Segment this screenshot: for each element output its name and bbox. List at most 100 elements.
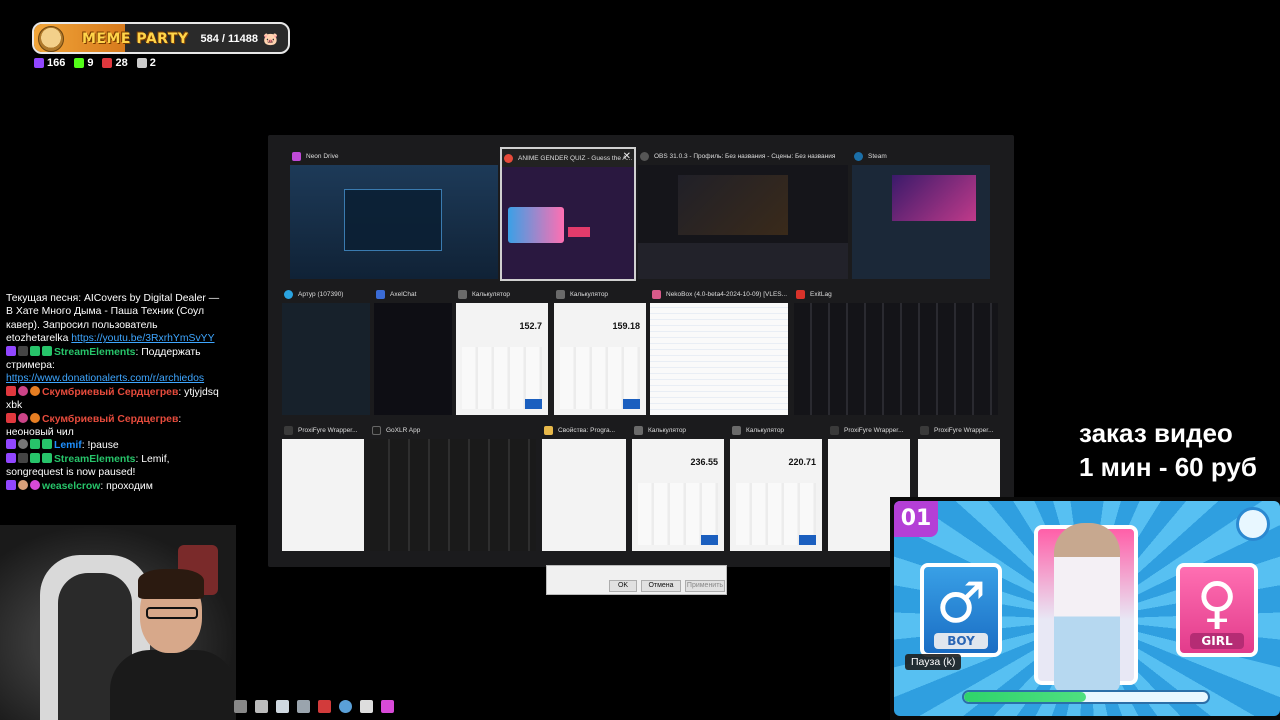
window-title: ProxiFyre Wrapper...: [934, 426, 994, 434]
window-title: Калькулятор: [570, 290, 609, 298]
obs-icon: [640, 151, 649, 161]
window-calculator-3[interactable]: Калькулятор 236.55: [632, 421, 724, 551]
male-symbol-icon: ♂: [935, 571, 987, 636]
window-properties[interactable]: Свойства: Progra...: [542, 421, 626, 551]
window-goxlr[interactable]: GoXLR App: [370, 421, 536, 551]
boy-card[interactable]: ♂ BOY: [920, 563, 1002, 657]
live-icon: [102, 58, 113, 68]
stat-w-value: 2: [149, 57, 156, 69]
window-header: Калькулятор: [456, 285, 548, 303]
girl-card[interactable]: ♀ GIRL: [1176, 563, 1258, 657]
window-header: AxelChat: [374, 285, 452, 303]
chat-username[interactable]: StreamElements: [54, 347, 135, 358]
window-thumbnail: [542, 439, 626, 551]
window-header: ProxiFyre Wrapper...: [282, 421, 364, 439]
ok-button[interactable]: OK: [609, 580, 637, 592]
window-header: NekoBox (4.0-beta4-2024-10-09) [VLES...: [650, 285, 788, 303]
stat-w: 2: [136, 57, 156, 69]
steam-icon: [854, 151, 863, 161]
window-anime-quiz[interactable]: ANIME GENDER QUIZ - Guess the A... ✕: [500, 147, 636, 281]
chat-username[interactable]: weaselcrow: [42, 481, 100, 492]
window-nekobox[interactable]: NekoBox (4.0-beta4-2024-10-09) [VLES...: [650, 285, 788, 415]
window-title: OBS 31.0.3 - Профиль: Без названия - Сце…: [654, 152, 836, 160]
chat-message: Скумбриевый Сердцегрев: неоновый чил: [6, 412, 182, 439]
window-exitlag[interactable]: ExitLag: [794, 285, 998, 415]
calculator-equals: [799, 534, 816, 545]
viewer-stats: 166 9 28 2: [34, 57, 156, 69]
avatar-icon: [18, 385, 28, 396]
window-header: ExitLag: [794, 285, 998, 303]
doc-icon[interactable]: [276, 700, 289, 713]
window-header: Свойства: Progra...: [542, 421, 626, 439]
window-title: Свойства: Progra...: [558, 426, 616, 434]
chat-username[interactable]: Скумбриевый Сердцегрев: [42, 387, 178, 398]
goxlr-icon: [372, 425, 381, 435]
chat-now-playing: Текущая песня: AICovers by Digital Deale…: [6, 292, 220, 346]
telegram-icon: [284, 289, 293, 299]
quiz-game-overlay: 01 ♂ BOY ♀ GIRL Пауза (k): [890, 497, 1280, 720]
chat-username[interactable]: StreamElements: [54, 454, 135, 465]
close-icon[interactable]: ✕: [623, 151, 631, 162]
window-thumbnail: 220.71: [730, 439, 822, 551]
window-axelchat[interactable]: AxelChat: [374, 285, 452, 415]
calculator-icon: [458, 289, 467, 299]
bars-icon[interactable]: [360, 700, 373, 713]
anime-character: [1054, 523, 1120, 693]
window-title: ProxiFyre Wrapper...: [844, 426, 904, 434]
window-neon-drive[interactable]: Neon Drive: [290, 147, 498, 279]
window-title: AxelChat: [390, 290, 417, 298]
chat-text: неоновый чил: [6, 427, 74, 439]
chat-text: проходим: [106, 480, 153, 492]
window-thumbnail: [370, 439, 536, 551]
window-thumbnail: [374, 303, 452, 415]
apply-button[interactable]: Применить: [685, 580, 725, 592]
calc-icon[interactable]: [297, 700, 310, 713]
bot-icon: [42, 452, 52, 463]
streamer-hair: [138, 569, 204, 599]
gpu-icon[interactable]: [255, 700, 268, 713]
doge-avatar: [38, 26, 64, 52]
chat-message: Lemif: !pause: [6, 439, 220, 452]
window-calculator-2[interactable]: Калькулятор 159.18: [554, 285, 646, 415]
now-playing-link[interactable]: https://youtu.be/3RxrhYmSvYY: [71, 333, 214, 344]
x-icon[interactable]: [318, 700, 331, 713]
pause-hint[interactable]: Пауза (k): [905, 654, 962, 670]
window-thumbnail: [650, 303, 788, 415]
window-calculator-1[interactable]: Калькулятор 152.7: [456, 285, 548, 415]
timer-progress-bar: [962, 690, 1210, 704]
window-title: Калькулятор: [746, 426, 785, 434]
app1-icon[interactable]: [234, 700, 247, 713]
stat-live-value: 28: [115, 57, 128, 69]
chat-message: weaselcrow: проходим: [6, 479, 220, 493]
stat-twitch-value: 166: [47, 57, 66, 69]
calculator-equals: [525, 398, 542, 409]
stat-live: 28: [102, 57, 128, 69]
chat-overlay: Текущая песня: AICovers by Digital Deale…: [6, 292, 220, 493]
chat-username[interactable]: Lemif: [54, 440, 82, 451]
window-steam[interactable]: Steam: [852, 147, 990, 279]
bot-icon: [42, 345, 52, 356]
calculator-display: 159.18: [612, 321, 640, 331]
steam-icon[interactable]: [339, 700, 352, 713]
window-proxifyre-1[interactable]: ProxiFyre Wrapper...: [282, 421, 364, 551]
window-title: Калькулятор: [472, 290, 511, 298]
chat-message: StreamElements: Lemif, songrequest is no…: [6, 452, 170, 479]
calculator-icon: [634, 425, 643, 435]
player-avatar: [1236, 507, 1270, 541]
window-telegram[interactable]: Артур (107390): [282, 285, 370, 415]
window-calculator-4[interactable]: Калькулятор 220.71: [730, 421, 822, 551]
window-thumbnail: 236.55: [632, 439, 724, 551]
kick-icon: [74, 58, 85, 68]
anime-icon[interactable]: [381, 700, 394, 713]
axelchat-icon: [376, 289, 385, 299]
proxifyre-icon: [830, 425, 839, 435]
bot-icon: [42, 439, 52, 450]
timer-progress-fill: [964, 692, 1086, 702]
window-header: ProxiFyre Wrapper...: [828, 421, 910, 439]
promo-line-1: заказ видео: [1079, 418, 1233, 448]
window-obs[interactable]: OBS 31.0.3 - Профиль: Без названия - Сце…: [638, 147, 848, 279]
chat-link[interactable]: https://www.donationalerts.com/r/archied…: [6, 373, 204, 384]
chat-username[interactable]: Скумбриевый Сердцегрев: [42, 414, 178, 425]
heart-icon: [30, 479, 40, 490]
cancel-button[interactable]: Отмена: [641, 580, 681, 592]
